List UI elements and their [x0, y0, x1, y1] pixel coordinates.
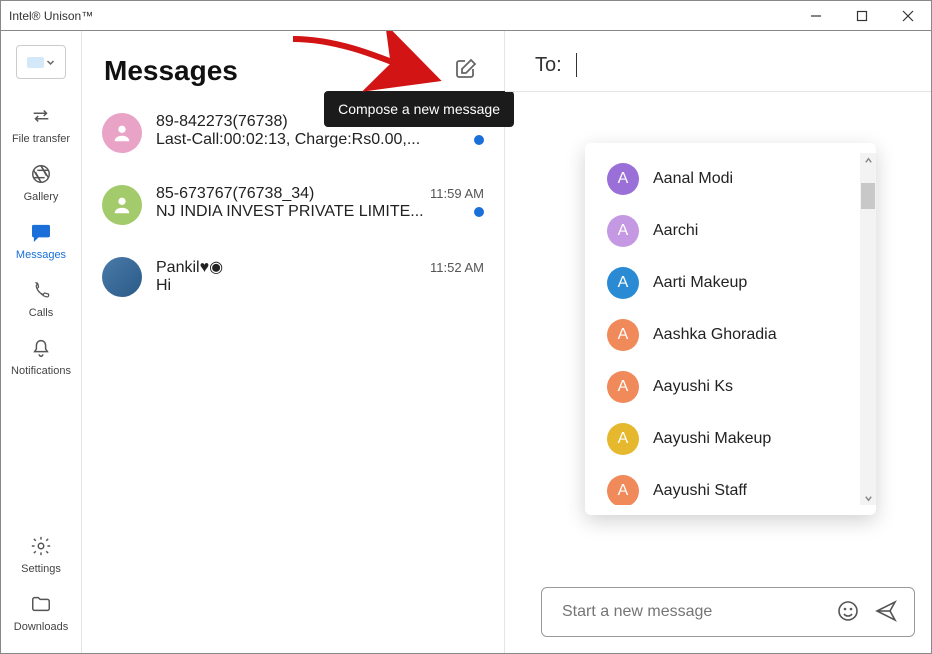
gear-icon	[30, 535, 52, 557]
sidebar-item-label: Notifications	[11, 365, 71, 377]
aperture-icon	[30, 163, 52, 185]
message-icon	[30, 221, 52, 243]
message-input[interactable]	[562, 603, 824, 621]
message-preview: Last-Call:00:02:13, Charge:Rs0.00,...	[156, 131, 464, 149]
compose-button[interactable]	[454, 57, 482, 85]
contacts-dropdown: A Aanal Modi A Aarchi A Aarti Makeup A Aashk…	[585, 143, 876, 515]
contact-avatar: A	[607, 319, 639, 351]
messages-header: Messages Compose a new message	[82, 31, 504, 105]
messages-column: Messages Compose a new message 89-842273…	[81, 31, 505, 653]
to-row: To:	[505, 31, 931, 92]
sidebar-item-label: Messages	[16, 249, 66, 261]
compose-tooltip: Compose a new message	[324, 91, 514, 127]
contact-item[interactable]: A Aashka Ghoradia	[585, 309, 876, 361]
message-sender: 85-673767(76738_34)	[156, 185, 422, 203]
dropdown-scrollbar[interactable]	[860, 153, 876, 505]
to-label: To:	[535, 54, 562, 77]
window-title: Intel® Unison™	[9, 9, 93, 23]
contact-item[interactable]: A Aarti Makeup	[585, 257, 876, 309]
sidebar-item-label: Gallery	[24, 191, 59, 203]
title-bar: Intel® Unison™	[0, 0, 932, 30]
contact-name: Aanal Modi	[653, 170, 733, 188]
contact-name: Aarti Makeup	[653, 274, 747, 292]
contact-item[interactable]: A Aanal Modi	[585, 153, 876, 205]
sidebar-item-label: Downloads	[14, 621, 68, 633]
close-button[interactable]	[885, 1, 931, 31]
sidebar: File transfer Gallery Messages Calls Not…	[1, 31, 81, 653]
send-icon	[874, 599, 898, 623]
sidebar-item-calls[interactable]: Calls	[6, 271, 76, 329]
compose-column: To: AAanal Modi AAarchi AAarti Makeup AA…	[505, 31, 931, 653]
maximize-button[interactable]	[839, 1, 885, 31]
sidebar-item-label: Settings	[21, 563, 61, 575]
message-composer	[541, 587, 915, 637]
minimize-button[interactable]	[793, 1, 839, 31]
phone-icon	[30, 279, 52, 301]
page-title: Messages	[104, 55, 238, 87]
sidebar-item-settings[interactable]: Settings	[6, 527, 76, 585]
sidebar-item-label: Calls	[29, 307, 53, 319]
device-icon	[27, 57, 44, 68]
messages-list[interactable]: 89-842273(76738)12:12 PM Last-Call:00:02…	[82, 105, 504, 653]
scroll-down-icon[interactable]	[861, 491, 875, 505]
unread-dot	[474, 135, 484, 145]
message-sender: Pankil♥◉	[156, 257, 422, 277]
unread-dot	[474, 207, 484, 217]
contact-item[interactable]: A Aarchi	[585, 205, 876, 257]
sidebar-item-messages[interactable]: Messages	[6, 213, 76, 271]
contact-avatar: A	[607, 371, 639, 403]
avatar-icon	[102, 185, 142, 225]
send-button[interactable]	[874, 599, 900, 625]
contact-item[interactable]: A Aayushi Staff	[585, 465, 876, 505]
device-selector[interactable]	[16, 45, 66, 79]
sidebar-item-file-transfer[interactable]: File transfer	[6, 97, 76, 155]
avatar-icon	[102, 113, 142, 153]
message-preview: Hi	[156, 277, 484, 295]
compose-icon	[454, 57, 478, 81]
scroll-thumb[interactable]	[861, 183, 875, 209]
bell-icon	[30, 337, 52, 359]
contact-avatar: A	[607, 475, 639, 505]
contact-avatar: A	[607, 163, 639, 195]
folder-icon	[30, 593, 52, 615]
smile-icon	[836, 599, 860, 623]
contact-name: Aayushi Ks	[653, 378, 733, 396]
avatar-image	[102, 257, 142, 297]
message-time: 11:52 AM	[430, 260, 484, 275]
sidebar-item-downloads[interactable]: Downloads	[6, 585, 76, 643]
message-time: 11:59 AM	[430, 186, 484, 201]
sidebar-item-gallery[interactable]: Gallery	[6, 155, 76, 213]
sidebar-item-notifications[interactable]: Notifications	[6, 329, 76, 387]
message-preview: NJ INDIA INVEST PRIVATE LIMITE...	[156, 203, 464, 221]
emoji-button[interactable]	[836, 599, 862, 625]
message-item[interactable]: Pankil♥◉ 11:52 AM Hi	[82, 249, 504, 305]
message-item[interactable]: 85-673767(76738_34) 11:59 AM NJ INDIA INV…	[82, 177, 504, 233]
contact-item[interactable]: A Aayushi Ks	[585, 361, 876, 413]
contact-avatar: A	[607, 267, 639, 299]
contact-name: Aashka Ghoradia	[653, 326, 777, 344]
contact-item[interactable]: A Aayushi Makeup	[585, 413, 876, 465]
scroll-up-icon[interactable]	[861, 153, 875, 167]
contact-name: Aayushi Makeup	[653, 430, 771, 448]
transfer-icon	[30, 105, 52, 127]
contact-name: Aarchi	[653, 222, 698, 240]
contact-avatar: A	[607, 423, 639, 455]
to-input[interactable]	[576, 53, 901, 77]
sidebar-item-label: File transfer	[12, 133, 70, 145]
contact-avatar: A	[607, 215, 639, 247]
contact-name: Aayushi Staff	[653, 482, 747, 500]
